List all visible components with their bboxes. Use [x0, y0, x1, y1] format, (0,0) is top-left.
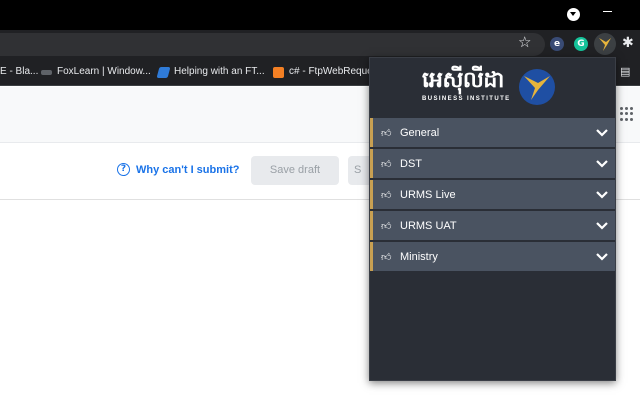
bookmark-label: E - Bla... — [0, 66, 39, 77]
thumbs-up-icon: 👍︎ — [381, 158, 392, 170]
chevron-down-icon — [596, 252, 608, 261]
business-institute-extension-icon[interactable] — [598, 36, 612, 52]
chevron-down-icon — [596, 221, 608, 230]
menu-item-label: DST — [400, 157, 422, 170]
business-institute-logo-icon — [519, 69, 555, 105]
bookmark-label: Helping with an FT... — [174, 66, 265, 77]
minimize-button[interactable] — [603, 11, 612, 12]
menu-item-label: URMS Live — [400, 188, 456, 201]
apps-grid-icon[interactable] — [620, 107, 634, 121]
thumbs-up-icon: 👍︎ — [381, 220, 392, 232]
bookmark-item[interactable]: Helping with an FT... — [156, 65, 265, 79]
address-bar[interactable] — [0, 33, 545, 56]
menu-item-ministry[interactable]: 👍︎ Ministry — [370, 242, 615, 271]
bookmark-star-icon[interactable]: ☆ — [518, 33, 531, 51]
profile-dropdown-icon[interactable] — [567, 8, 580, 21]
extensions-puzzle-icon[interactable]: ✱ — [622, 35, 634, 51]
menu-item-label: URMS UAT — [400, 219, 457, 232]
chevron-down-icon — [596, 128, 608, 137]
logo-khmer-text: អេសុីលីដា — [422, 67, 504, 93]
popup-header: អេសុីលីដា BUSINESS INSTITUTE — [370, 58, 615, 116]
why-cant-submit-link[interactable]: ? Why can't I submit? — [117, 163, 239, 176]
help-link-label: Why can't I submit? — [136, 163, 240, 176]
thumbs-up-icon: 👍︎ — [381, 189, 392, 201]
stackoverflow-favicon — [156, 66, 171, 78]
grammarly-icon[interactable]: G — [574, 37, 588, 51]
save-draft-button[interactable]: Save draft — [251, 156, 339, 185]
reading-list-icon[interactable]: ▤ — [620, 65, 630, 78]
bookmark-item[interactable]: E - Bla... — [0, 65, 38, 79]
menu-item-general[interactable]: 👍︎ General — [370, 118, 615, 147]
help-circle-icon: ? — [117, 163, 130, 176]
popup-menu: 👍︎ General 👍︎ DST 👍︎ URMS Live 👍︎ URMS U… — [370, 118, 615, 273]
chevron-down-icon — [596, 159, 608, 168]
menu-item-urms-uat[interactable]: 👍︎ URMS UAT — [370, 211, 615, 240]
menu-item-urms-live[interactable]: 👍︎ URMS Live — [370, 180, 615, 209]
thumbs-up-icon: 👍︎ — [381, 127, 392, 139]
extension-popup: អេសុីលីដា BUSINESS INSTITUTE 👍︎ General … — [369, 57, 616, 381]
foxlearn-favicon — [41, 69, 52, 75]
bookmark-item[interactable]: FoxLearn | Window... — [41, 65, 151, 79]
browser-titlebar — [0, 0, 640, 30]
menu-item-dst[interactable]: 👍︎ DST — [370, 149, 615, 178]
bookmark-item[interactable]: c# - FtpWebReques — [273, 65, 378, 79]
bookmark-label: FoxLearn | Window... — [57, 66, 151, 77]
chevron-down-icon — [596, 190, 608, 199]
e-extension-icon[interactable]: e — [550, 37, 564, 51]
stackoverflow-favicon — [273, 66, 284, 78]
menu-item-label: Ministry — [400, 250, 438, 263]
bookmark-label: c# - FtpWebReques — [289, 66, 378, 77]
thumbs-up-icon: 👍︎ — [381, 251, 392, 263]
logo-subtitle: BUSINESS INSTITUTE — [422, 96, 511, 102]
menu-item-label: General — [400, 126, 440, 139]
browser-toolbar: ☆ e G ✱ — [0, 30, 640, 58]
